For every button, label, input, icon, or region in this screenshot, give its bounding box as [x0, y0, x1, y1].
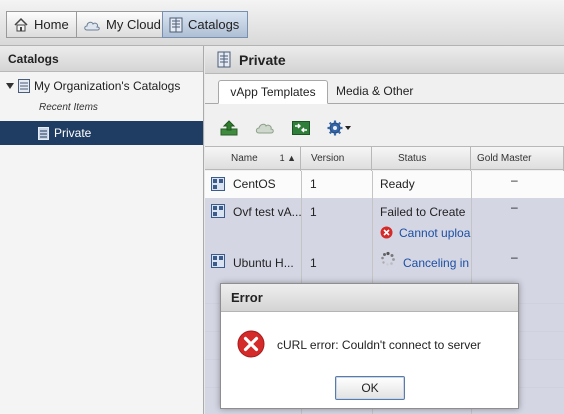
column-header-status[interactable]: Status	[372, 147, 471, 171]
detail-header: Private	[205, 46, 564, 74]
column-header-name[interactable]: Name 1 ▲	[205, 147, 301, 171]
dialog-title: Error	[221, 284, 518, 312]
sidebar-title: Catalogs	[0, 46, 203, 72]
nav-tab-catalogs[interactable]: Catalogs	[162, 11, 249, 38]
row-gold-master: –	[511, 173, 518, 187]
move-button[interactable]	[289, 118, 313, 138]
cloud-icon	[84, 21, 100, 30]
upload-icon	[220, 120, 238, 136]
table-header: Name 1 ▲ Version Status Gold Master	[205, 146, 564, 171]
gear-dropdown-icon	[327, 120, 351, 136]
row-gold-master: –	[511, 250, 518, 264]
page-title: Private	[239, 51, 286, 68]
error-icon	[237, 330, 265, 358]
nav-tab-home[interactable]: Home	[6, 11, 78, 38]
row-name: Ubuntu H...	[233, 256, 294, 270]
catalog-icon	[18, 79, 30, 93]
recent-items-label: Recent Items	[39, 102, 98, 113]
error-icon	[380, 226, 393, 239]
catalogs-sidebar: Catalogs My Organization's Catalogs Rece…	[0, 46, 204, 414]
row-version: 1	[310, 256, 317, 270]
table-row[interactable]: Ovf test vA... 1 Failed to Create Cannot…	[205, 198, 564, 248]
dialog-message: cURL error: Couldn't connect to server	[277, 338, 481, 352]
tab-vapp-templates[interactable]: vApp Templates	[218, 80, 328, 104]
status-detail-link[interactable]: Cannot uploa	[399, 226, 470, 240]
top-nav-bar: Home My Cloud Catalogs	[0, 0, 564, 46]
catalog-icon	[38, 126, 49, 140]
row-status: Failed to Create	[380, 205, 466, 219]
vapp-template-icon	[211, 254, 225, 268]
expand-triangle-icon[interactable]	[6, 83, 14, 89]
row-version: 1	[310, 205, 317, 219]
sidebar-item-label: Private	[54, 126, 92, 140]
nav-tab-home-label: Home	[34, 17, 69, 32]
row-version: 1	[310, 177, 317, 191]
table-row[interactable]: CentOS 1 Ready –	[205, 171, 564, 198]
row-name: CentOS	[233, 177, 276, 191]
catalog-icon	[217, 51, 231, 68]
sort-indicator: 1 ▲	[279, 153, 296, 163]
row-status: Ready	[380, 177, 415, 191]
nav-tab-my-cloud-label: My Cloud	[106, 17, 161, 32]
vapp-template-icon	[211, 204, 225, 218]
nav-tab-catalogs-label: Catalogs	[188, 17, 240, 32]
vapp-templates-table: Name 1 ▲ Version Status Gold Master Cent…	[205, 146, 564, 414]
ok-button[interactable]: OK	[335, 376, 405, 400]
cloud-icon	[255, 123, 274, 134]
column-header-gold-master[interactable]: Gold Master	[471, 147, 564, 171]
catalog-icon	[169, 17, 183, 32]
tab-media-other[interactable]: Media & Other	[330, 80, 419, 104]
tree-item-my-org-catalogs[interactable]: My Organization's Catalogs	[6, 77, 180, 95]
column-header-version[interactable]: Version	[301, 147, 372, 171]
actions-menu-button[interactable]	[325, 118, 355, 138]
nav-tab-my-cloud[interactable]: My Cloud	[76, 11, 170, 38]
vapp-template-icon	[211, 177, 225, 191]
table-row[interactable]: Ubuntu H... 1 Canceling in –	[205, 248, 564, 276]
row-name: Ovf test vA...	[233, 205, 302, 219]
row-gold-master: –	[511, 200, 518, 214]
table-toolbar	[217, 117, 355, 139]
add-to-cloud-button[interactable]	[253, 118, 277, 138]
status-detail-link[interactable]: Canceling in	[403, 256, 469, 270]
tree-item-label: My Organization's Catalogs	[34, 79, 181, 93]
column-label: Name	[231, 153, 258, 164]
error-dialog: Error cURL error: Couldn't connect to se…	[220, 283, 519, 409]
upload-button[interactable]	[217, 118, 241, 138]
spinner-icon	[381, 251, 395, 266]
sidebar-item-private[interactable]: Private	[0, 121, 203, 145]
home-icon	[14, 17, 28, 31]
move-icon	[292, 121, 310, 135]
content-tabs: vApp Templates Media & Other	[205, 78, 564, 104]
